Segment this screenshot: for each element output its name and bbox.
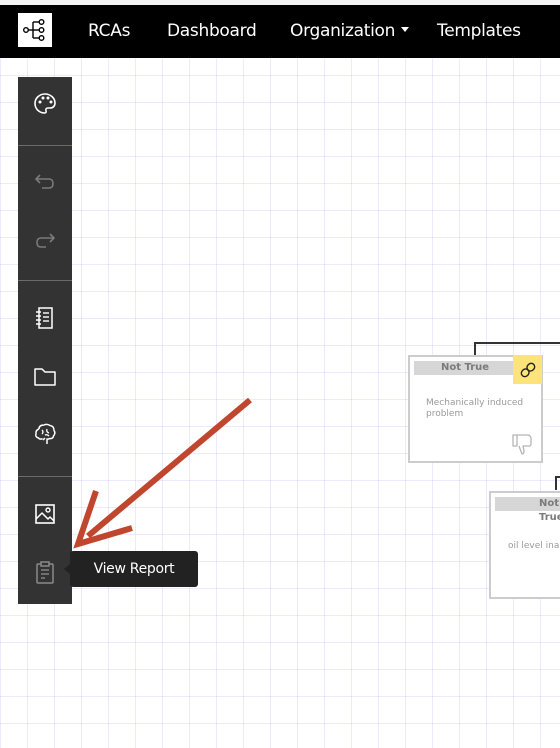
view-report-tooltip: View Report: [64, 551, 198, 587]
toolbar-divider: [18, 145, 72, 146]
thumbs-down-button[interactable]: [510, 432, 534, 456]
brain-icon: [35, 423, 56, 444]
brain-button[interactable]: [18, 409, 72, 459]
notebook-button[interactable]: [18, 293, 72, 343]
left-toolbar: [18, 77, 72, 604]
toolbar-divider: [18, 280, 72, 281]
connector-line: [474, 342, 560, 344]
diagram-node[interactable]: Not True Mechanically induced problem: [408, 355, 543, 463]
node-status-label: Not True: [414, 361, 516, 375]
image-icon: [35, 504, 55, 524]
link-button[interactable]: [513, 355, 542, 384]
folder-button[interactable]: [18, 352, 72, 402]
image-button[interactable]: [18, 489, 72, 539]
top-navbar: RCAs Dashboard Organization Templates: [0, 5, 560, 58]
clipboard-icon: [36, 561, 54, 584]
tree-diagram-icon: [23, 19, 45, 42]
thumbs-down-icon: [512, 434, 532, 455]
node-description: oil level inap: [508, 541, 560, 551]
node-status-label: Not True: [495, 497, 560, 523]
undo-icon: [35, 174, 54, 189]
nav-dashboard-label: Dashboard: [167, 21, 257, 41]
redo-button[interactable]: [18, 216, 72, 266]
app-logo[interactable]: [18, 13, 52, 47]
connector-line: [555, 476, 560, 478]
diagram-node[interactable]: Not True oil level inap: [489, 491, 560, 599]
nav-templates-label: Templates: [437, 21, 521, 41]
nav-rcas-label: RCAs: [88, 21, 131, 41]
tooltip-text: View Report: [93, 561, 175, 577]
notebook-icon: [36, 307, 53, 329]
palette-button[interactable]: [18, 79, 72, 129]
redo-icon: [36, 233, 55, 248]
nav-organization-label: Organization: [290, 21, 396, 41]
paperclip-link-icon: [520, 362, 535, 377]
palette-icon: [34, 93, 56, 114]
nav-rcas[interactable]: RCAs: [88, 5, 130, 58]
caret-down-icon: [401, 26, 410, 32]
undo-button[interactable]: [18, 157, 72, 207]
toolbar-divider: [18, 476, 72, 477]
nav-templates[interactable]: Templates: [437, 5, 521, 58]
connector-line: [555, 476, 557, 490]
diagram-canvas[interactable]: Not True Mechanically induced problem No…: [0, 58, 560, 748]
nav-dashboard[interactable]: Dashboard: [167, 5, 257, 58]
annotation-arrow: [73, 397, 252, 549]
nav-organization-dropdown[interactable]: Organization: [290, 5, 410, 58]
node-description: Mechanically induced problem: [426, 398, 524, 419]
folder-icon: [34, 368, 56, 386]
